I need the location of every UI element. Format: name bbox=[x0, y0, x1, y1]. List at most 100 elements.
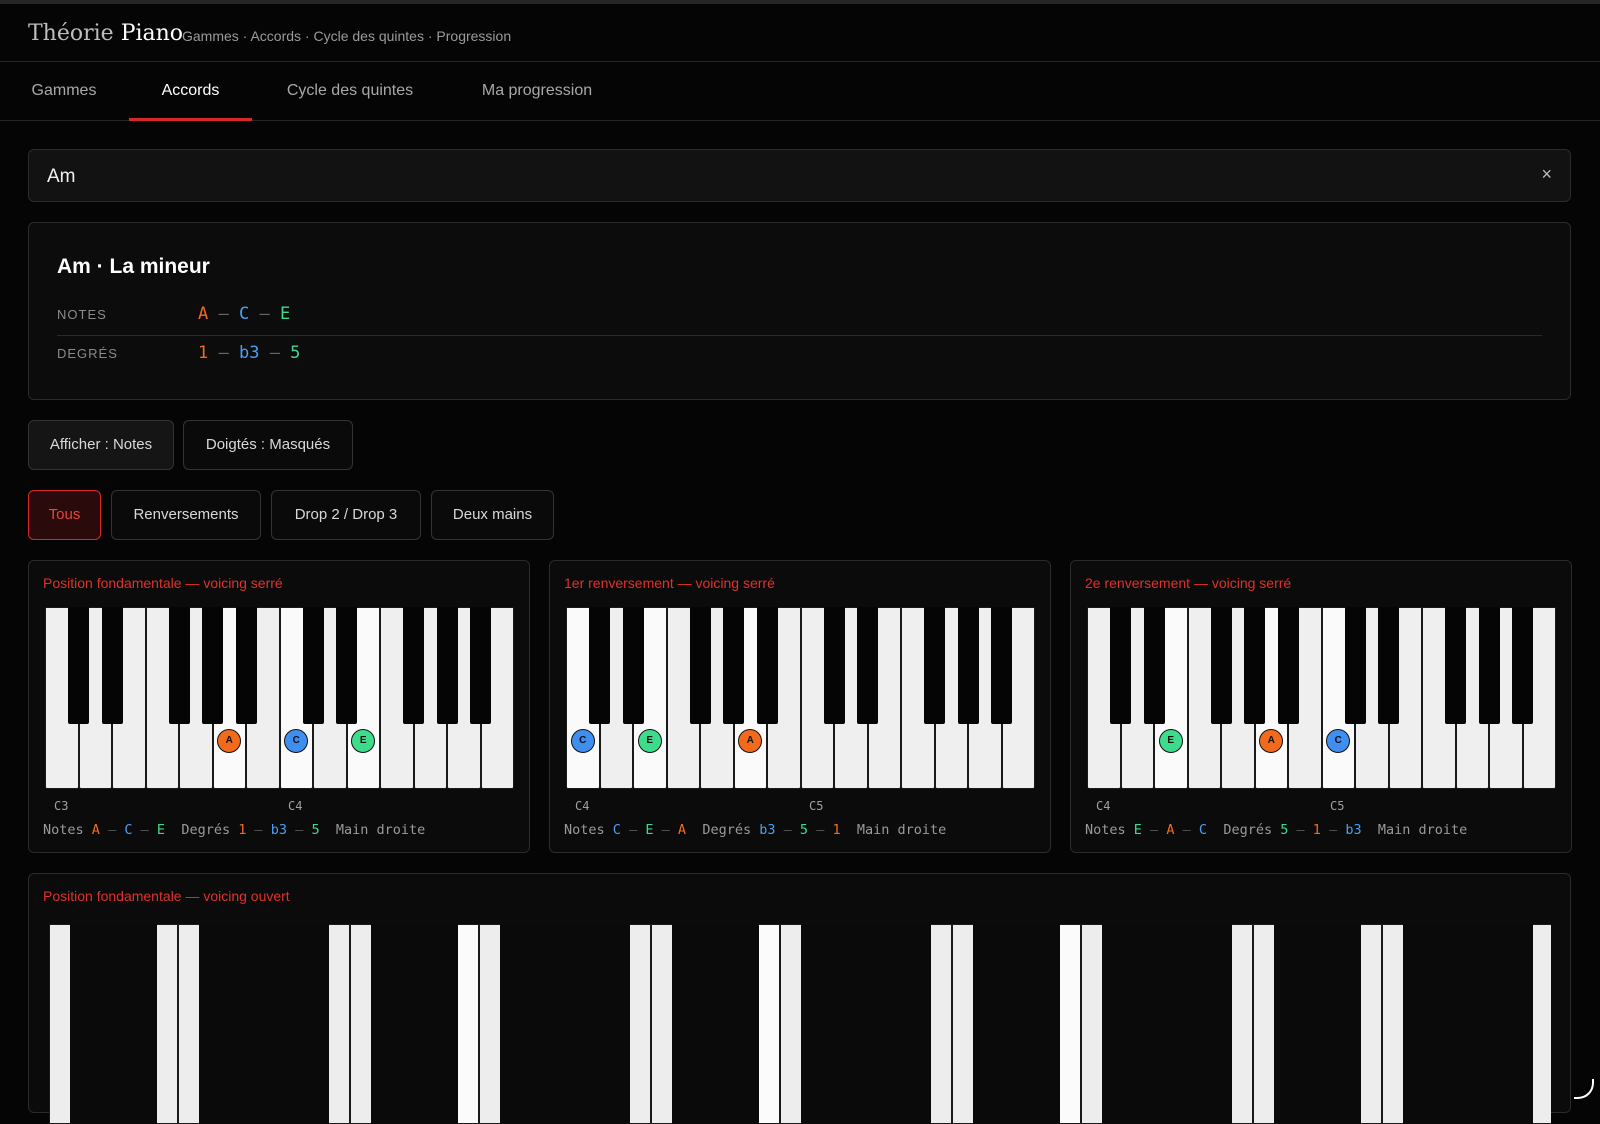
clear-search-icon[interactable]: × bbox=[1541, 164, 1552, 185]
footer-notes-label: Notes bbox=[564, 822, 605, 838]
black-key[interactable] bbox=[991, 607, 1012, 724]
black-key[interactable] bbox=[1512, 607, 1533, 724]
black-key[interactable] bbox=[823, 607, 845, 724]
filter-drop-button[interactable]: Drop 2 / Drop 3 bbox=[271, 490, 421, 540]
black-key[interactable] bbox=[756, 607, 778, 724]
black-key[interactable] bbox=[1210, 607, 1232, 724]
black-key[interactable] bbox=[1102, 924, 1146, 1124]
black-key[interactable] bbox=[68, 607, 89, 724]
black-key[interactable] bbox=[887, 924, 931, 1124]
chord-degrees: 1 — b3 — 5 bbox=[198, 343, 301, 363]
black-key[interactable] bbox=[622, 607, 644, 724]
chord-search-input[interactable] bbox=[45, 150, 1509, 203]
black-key[interactable] bbox=[672, 924, 716, 1124]
filter-tous-button[interactable]: Tous bbox=[28, 490, 101, 540]
black-key[interactable] bbox=[199, 924, 243, 1124]
footer-note: E bbox=[645, 822, 654, 838]
app-logo[interactable]: Théorie Piano bbox=[28, 21, 183, 46]
chord-title: Am · La mineur bbox=[57, 255, 210, 278]
black-key[interactable] bbox=[924, 607, 945, 724]
black-key[interactable] bbox=[1403, 924, 1447, 1124]
footer-notes-label: Notes bbox=[1085, 822, 1126, 838]
black-key[interactable] bbox=[101, 607, 123, 724]
black-key[interactable] bbox=[1244, 607, 1265, 724]
black-key[interactable] bbox=[1188, 924, 1232, 1124]
black-key[interactable] bbox=[689, 607, 711, 724]
main-tabs: Gammes Accords Cycle des quintes Ma prog… bbox=[0, 62, 1600, 121]
logo-light-text: Théorie bbox=[28, 21, 114, 46]
tab-accords[interactable]: Accords bbox=[129, 62, 252, 121]
black-key[interactable] bbox=[1445, 607, 1466, 724]
black-key[interactable] bbox=[589, 607, 610, 724]
octave-label: C4 bbox=[575, 799, 590, 813]
voicing-card-first-inversion: 1er renversement — voicing serré CEA C4 … bbox=[549, 560, 1051, 853]
note-root: A bbox=[198, 304, 209, 324]
black-key[interactable] bbox=[285, 924, 329, 1124]
black-key[interactable] bbox=[715, 924, 759, 1124]
black-key[interactable] bbox=[1110, 607, 1131, 724]
degree-third: b3 bbox=[238, 343, 260, 363]
black-key[interactable] bbox=[70, 924, 114, 1124]
footer-hand: Main droite bbox=[1377, 822, 1468, 838]
black-key[interactable] bbox=[235, 607, 257, 724]
voicing-title: 2e renversement — voicing serré bbox=[1085, 575, 1292, 591]
voicing-footer: Notes A — C — E Degrés 1 — b3 — 5 Main d… bbox=[43, 822, 426, 838]
piano-keyboard: ACE bbox=[45, 607, 514, 789]
black-key[interactable] bbox=[1016, 924, 1060, 1124]
black-key[interactable] bbox=[168, 607, 190, 724]
black-key[interactable] bbox=[1378, 607, 1399, 724]
black-key[interactable] bbox=[844, 924, 888, 1124]
filter-renversements-button[interactable]: Renversements bbox=[111, 490, 261, 540]
octave-label: C4 bbox=[288, 799, 303, 813]
filter-deux-mains-button[interactable]: Deux mains bbox=[431, 490, 554, 540]
tab-gammes[interactable]: Gammes bbox=[8, 62, 120, 120]
black-key[interactable] bbox=[113, 924, 157, 1124]
footer-note: A bbox=[91, 822, 100, 838]
footer-degree: 1 bbox=[1312, 822, 1321, 838]
black-key[interactable] bbox=[1145, 924, 1189, 1124]
black-key[interactable] bbox=[1446, 924, 1490, 1124]
black-key[interactable] bbox=[403, 607, 424, 724]
black-key[interactable] bbox=[500, 924, 544, 1124]
black-key[interactable] bbox=[1478, 607, 1500, 724]
black-key[interactable] bbox=[371, 924, 415, 1124]
footer-note: E bbox=[1133, 822, 1142, 838]
black-key[interactable] bbox=[973, 924, 1017, 1124]
black-key[interactable] bbox=[957, 607, 979, 724]
black-key[interactable] bbox=[1277, 607, 1299, 724]
black-key[interactable] bbox=[202, 607, 223, 724]
black-key[interactable] bbox=[302, 607, 324, 724]
black-key[interactable] bbox=[1143, 607, 1165, 724]
fingering-toggle-button[interactable]: Doigtés : Masqués bbox=[183, 420, 353, 470]
black-key[interactable] bbox=[414, 924, 458, 1124]
black-key[interactable] bbox=[801, 924, 845, 1124]
black-key[interactable] bbox=[543, 924, 587, 1124]
footer-degree: 5 bbox=[1280, 822, 1289, 838]
black-key[interactable] bbox=[1317, 924, 1361, 1124]
black-key[interactable] bbox=[1489, 924, 1533, 1124]
footer-note: A bbox=[1166, 822, 1175, 838]
black-key[interactable] bbox=[470, 607, 491, 724]
note-marker: E bbox=[1158, 729, 1183, 753]
octave-label: C5 bbox=[1330, 799, 1345, 813]
black-key[interactable] bbox=[586, 924, 630, 1124]
black-key[interactable] bbox=[436, 607, 458, 724]
voicing-card-root: Position fondamentale — voicing serré AC… bbox=[28, 560, 530, 853]
tab-ma-progression[interactable]: Ma progression bbox=[468, 62, 606, 120]
black-key[interactable] bbox=[336, 607, 357, 724]
note-marker: C bbox=[570, 729, 595, 753]
black-key[interactable] bbox=[857, 607, 878, 724]
footer-degrees-label: Degrés bbox=[1223, 822, 1273, 838]
footer-note: C bbox=[1198, 822, 1208, 838]
app-header: Théorie Piano Gammes · Accords · Cycle d… bbox=[0, 4, 1600, 62]
black-key[interactable] bbox=[723, 607, 744, 724]
black-key[interactable] bbox=[242, 924, 286, 1124]
footer-degree: b3 bbox=[270, 822, 288, 838]
footer-degree: 1 bbox=[238, 822, 247, 838]
black-key[interactable] bbox=[1344, 607, 1366, 724]
tab-cycle-des-quintes[interactable]: Cycle des quintes bbox=[270, 62, 430, 120]
chord-info-card: Am · La mineur NOTES A — C — E DEGRÉS 1 … bbox=[28, 222, 1571, 400]
note-marker: E bbox=[637, 729, 662, 753]
display-toggle-button[interactable]: Afficher : Notes bbox=[28, 420, 174, 470]
black-key[interactable] bbox=[1274, 924, 1318, 1124]
